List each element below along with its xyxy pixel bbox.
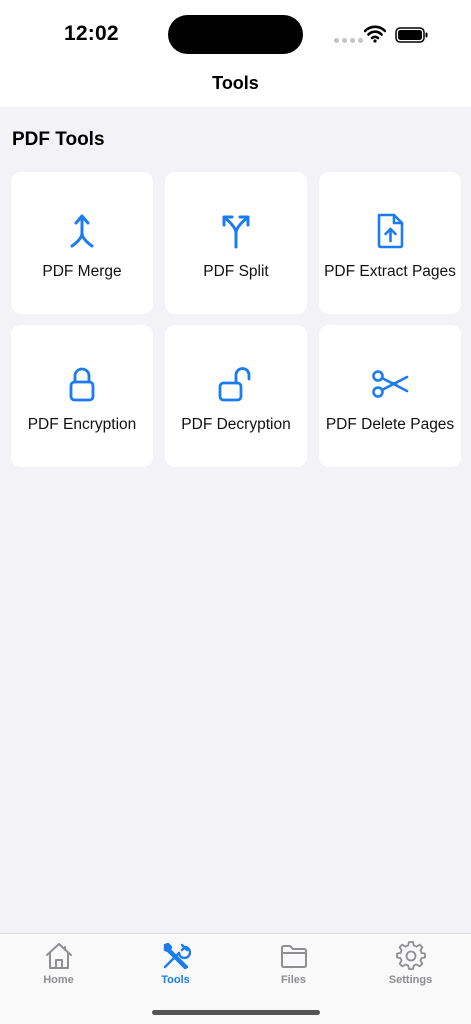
page-title: Tools xyxy=(212,73,259,93)
tool-card-pdf-merge[interactable]: PDF Merge xyxy=(11,172,153,314)
home-indicator xyxy=(152,1010,320,1015)
tool-card-pdf-encryption[interactable]: PDF Encryption xyxy=(11,325,153,467)
status-time: 12:02 xyxy=(64,22,119,45)
tool-card-pdf-delete-pages[interactable]: PDF Delete Pages xyxy=(319,325,461,467)
tab-tools[interactable]: Tools xyxy=(117,934,234,994)
house-icon xyxy=(44,941,74,971)
top-bar: 12:02 Tools xyxy=(0,0,471,107)
folder-icon xyxy=(279,941,309,971)
tab-label: Home xyxy=(43,974,74,986)
section-title: PDF Tools xyxy=(12,129,105,150)
split-arrows-icon xyxy=(216,211,256,251)
tab-settings[interactable]: Settings xyxy=(352,934,469,994)
wifi-icon xyxy=(364,25,386,43)
tool-label: PDF Decryption xyxy=(181,416,291,433)
tab-home[interactable]: Home xyxy=(0,934,117,994)
scissors-icon xyxy=(370,364,410,404)
tool-card-pdf-extract-pages[interactable]: PDF Extract Pages xyxy=(319,172,461,314)
tool-card-pdf-decryption[interactable]: PDF Decryption xyxy=(165,325,307,467)
tab-label: Tools xyxy=(161,974,190,986)
document-upload-icon xyxy=(370,211,410,251)
tools-screen: 12:02 Tools PDF Tools PDF Merge PDF Spli… xyxy=(0,0,471,1024)
tab-label: Settings xyxy=(388,974,433,986)
cellular-signal-icon xyxy=(334,38,363,43)
merge-arrows-icon xyxy=(62,211,102,251)
tool-label: PDF Encryption xyxy=(27,416,137,433)
unlock-icon xyxy=(216,364,256,404)
tool-card-pdf-split[interactable]: PDF Split xyxy=(165,172,307,314)
tool-label: PDF Merge xyxy=(42,263,122,280)
lock-icon xyxy=(62,364,102,404)
tab-label: Files xyxy=(280,974,307,986)
battery-icon xyxy=(395,27,428,43)
tool-label: PDF Extract Pages xyxy=(324,263,456,280)
gear-icon xyxy=(395,941,426,971)
tools-grid: PDF Merge PDF Split PDF Extract Pages PD… xyxy=(11,172,461,467)
tool-label: PDF Split xyxy=(203,263,269,280)
tab-files[interactable]: Files xyxy=(235,934,352,994)
dynamic-island xyxy=(168,15,303,54)
wrench-screwdriver-icon xyxy=(161,941,191,971)
tool-label: PDF Delete Pages xyxy=(325,416,455,433)
